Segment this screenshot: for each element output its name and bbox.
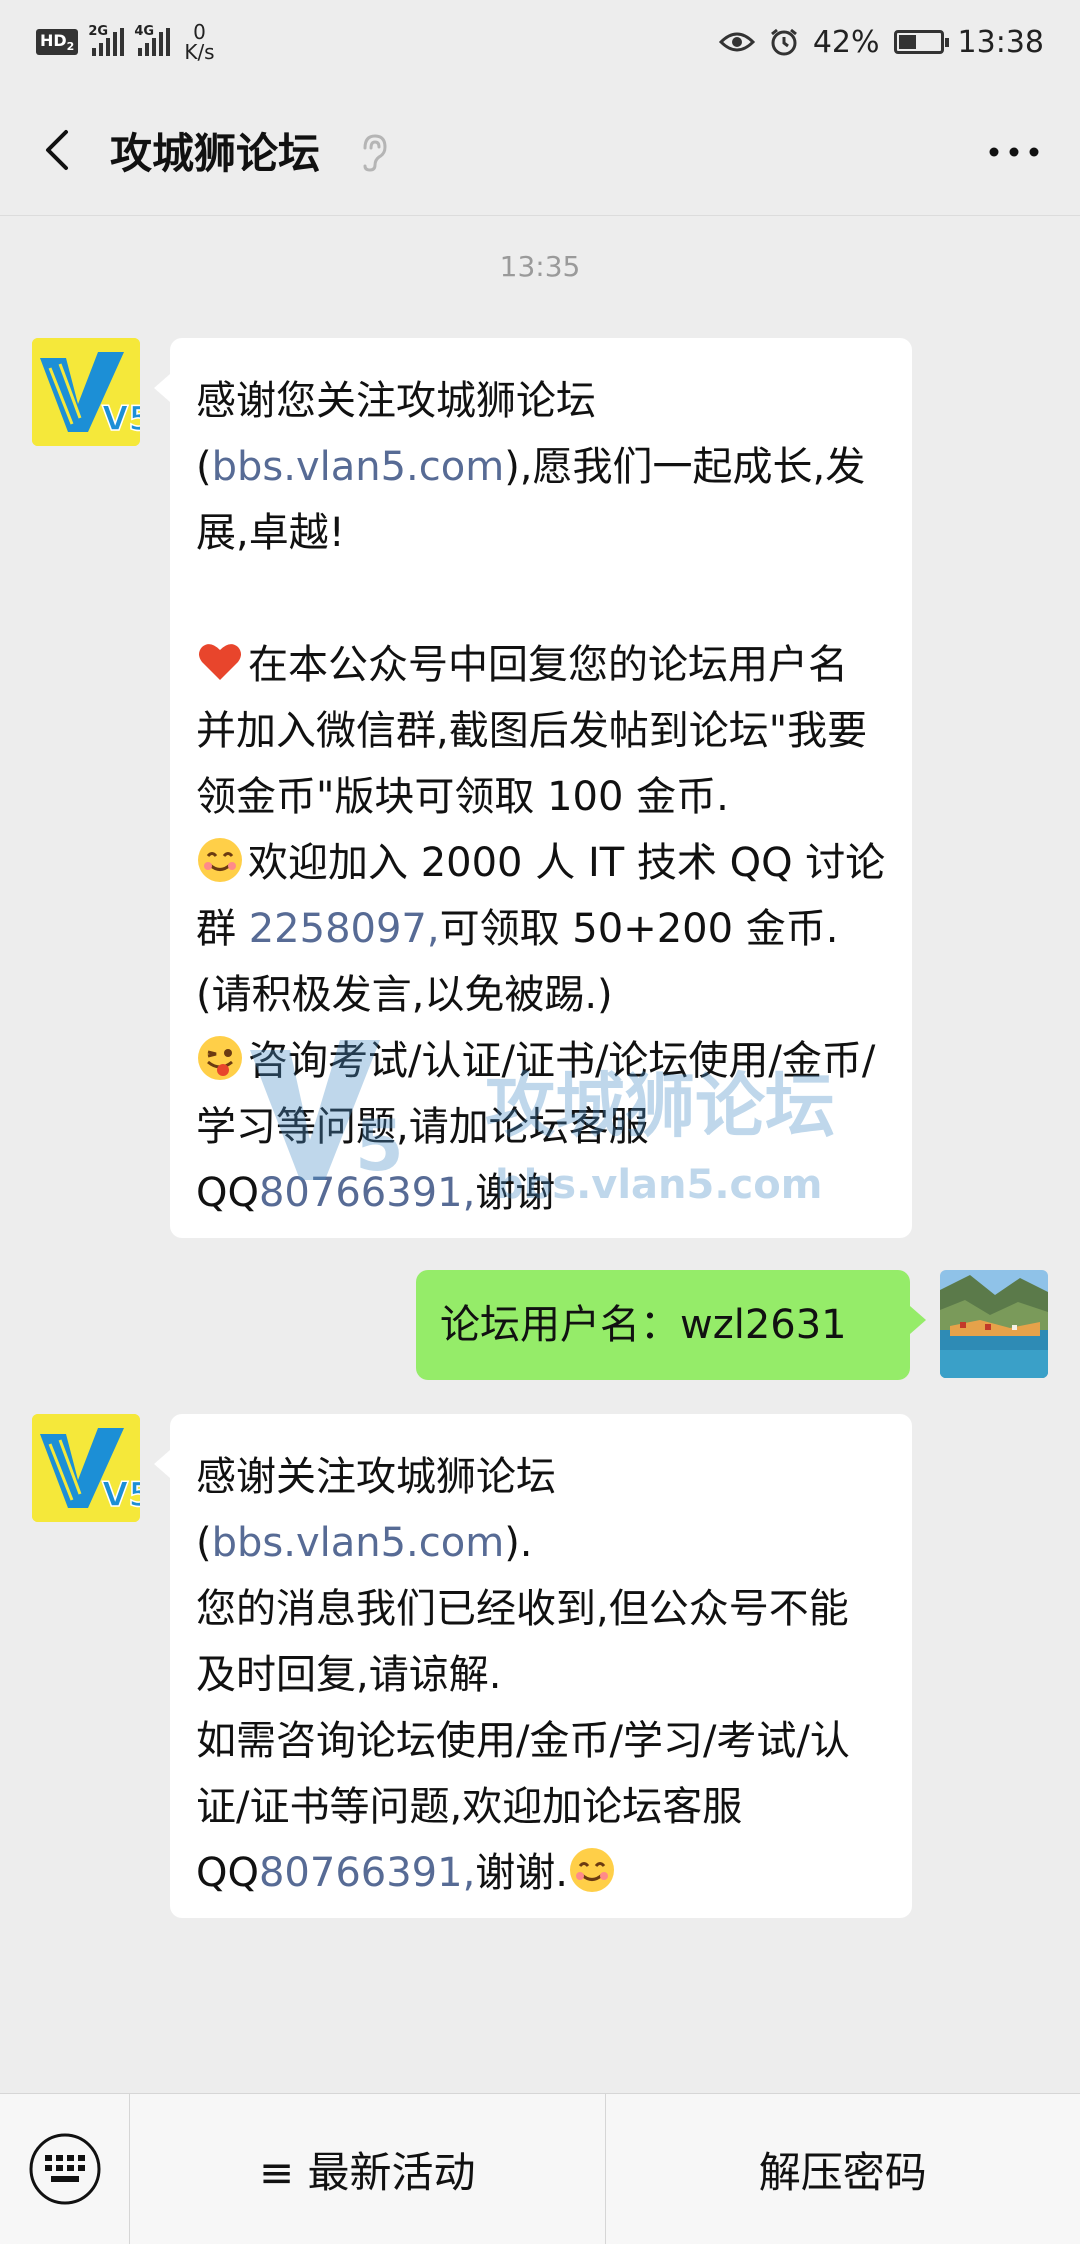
- v5-logo-icon: V5: [32, 338, 140, 446]
- status-bar: HD2 2G 4G 0 K/s 42% 13:38: [0, 0, 1080, 84]
- landscape-photo: [940, 1270, 1048, 1378]
- bottom-menu-bar: ≡ 最新活动 解压密码: [0, 2093, 1080, 2244]
- signal-4g-icon: 4G: [134, 24, 171, 56]
- smile-emoji-icon: [570, 1848, 614, 1892]
- more-options-icon[interactable]: [984, 132, 1044, 172]
- message-bubble-auto-reply[interactable]: 感谢关注攻城狮论坛(bbs.vlan5.com). 您的消息我们已经收到,但公众…: [154, 1414, 912, 1918]
- battery-percent: 42%: [812, 24, 880, 60]
- official-account-avatar[interactable]: V5: [32, 338, 140, 446]
- user-avatar[interactable]: [940, 1270, 1048, 1378]
- menu-latest-activities[interactable]: ≡ 最新活动: [130, 2094, 605, 2244]
- svg-text:V5: V5: [102, 1475, 140, 1515]
- message-timestamp: 13:35: [499, 250, 581, 283]
- message-bubble-username[interactable]: 论坛用户名：wzl2631: [416, 1270, 926, 1380]
- keyboard-toggle-button[interactable]: [0, 2094, 130, 2244]
- chat-title: 攻城狮论坛: [110, 129, 321, 178]
- clock: 13:38: [957, 24, 1044, 60]
- wink-tongue-emoji-icon: [198, 1036, 242, 1080]
- eye-icon: [718, 32, 755, 52]
- signal-icon: 2G: [88, 24, 125, 56]
- v5-logo-icon: V5: [32, 1414, 140, 1522]
- title-bar: 攻城狮论坛: [0, 84, 1080, 216]
- hd-icon: HD2: [36, 28, 79, 56]
- forum-link[interactable]: bbs.vlan5.: [212, 1520, 419, 1566]
- forum-link[interactable]: bbs.vlan5.: [212, 444, 419, 490]
- keyboard-icon: [29, 2133, 100, 2205]
- qq-service-link[interactable]: 80766391,: [259, 1170, 475, 1216]
- forum-link-cont[interactable]: com: [419, 1520, 504, 1566]
- message-bubble-welcome[interactable]: 感谢您关注攻城狮论坛(bbs.vlan5.com),愿我们一起成长,发展,卓越!…: [154, 338, 912, 1238]
- menu-unzip-password[interactable]: 解压密码: [604, 2094, 1080, 2244]
- official-account-avatar-2[interactable]: V5: [32, 1414, 140, 1522]
- ear-icon: [363, 134, 387, 172]
- forum-link-cont[interactable]: com: [419, 444, 504, 490]
- svg-text:V5: V5: [102, 399, 140, 439]
- battery-icon: [893, 30, 949, 54]
- qq-group-link[interactable]: 2258097,: [249, 906, 440, 952]
- network-speed: 0 K/s: [184, 20, 215, 64]
- alarm-icon: [770, 28, 797, 56]
- qq-service-link[interactable]: 80766391,: [259, 1850, 475, 1896]
- back-arrow-icon[interactable]: [32, 122, 88, 178]
- message-text: 感谢您关注攻城狮论坛(bbs.vlan5.com),愿我们一起成长,发展,卓越!: [196, 378, 866, 556]
- heart-emoji-icon: [199, 644, 241, 680]
- smile-emoji-icon: [198, 838, 242, 882]
